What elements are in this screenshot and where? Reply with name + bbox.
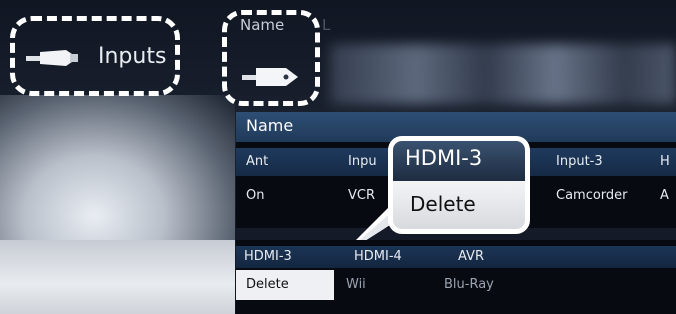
tv-screen: Inputs Name L Name Ant Inpu Input-3 H On… xyxy=(0,0,676,314)
list-item-avr[interactable]: AVR xyxy=(458,249,484,264)
option-camcorder[interactable]: Camcorder xyxy=(556,188,628,203)
list-item-hdmi-3[interactable]: HDMI-3 xyxy=(244,249,292,264)
option-vcr[interactable]: VCR xyxy=(348,188,375,203)
option-on[interactable]: On xyxy=(246,188,264,203)
option-ant[interactable]: Ant xyxy=(246,154,268,169)
callout-title: HDMI-3 xyxy=(405,146,483,170)
list-item-hdmi-4[interactable]: HDMI-4 xyxy=(354,249,402,264)
input-list-row-selected xyxy=(236,246,676,268)
list-item-blu-ray[interactable]: Blu-Ray xyxy=(444,277,494,292)
left-panel-bottom xyxy=(0,240,235,314)
option-input-3[interactable]: Input-3 xyxy=(556,154,603,169)
blurred-columns xyxy=(330,44,676,104)
callout-delete-button[interactable]: Delete xyxy=(410,192,476,216)
cable-plug-icon xyxy=(26,50,78,66)
option-a-partial[interactable]: A xyxy=(660,188,669,203)
tag-icon xyxy=(242,68,298,86)
option-input-2[interactable]: Inpu xyxy=(348,154,377,169)
option-h-partial[interactable]: H xyxy=(660,154,670,169)
column-partial-header: L xyxy=(322,16,331,34)
name-menu-title: Name xyxy=(246,116,294,135)
inputs-label[interactable]: Inputs xyxy=(98,44,166,69)
list-item-wii[interactable]: Wii xyxy=(346,277,366,292)
list-delete-option[interactable]: Delete xyxy=(246,277,289,292)
name-icon-highlight[interactable] xyxy=(222,10,320,106)
